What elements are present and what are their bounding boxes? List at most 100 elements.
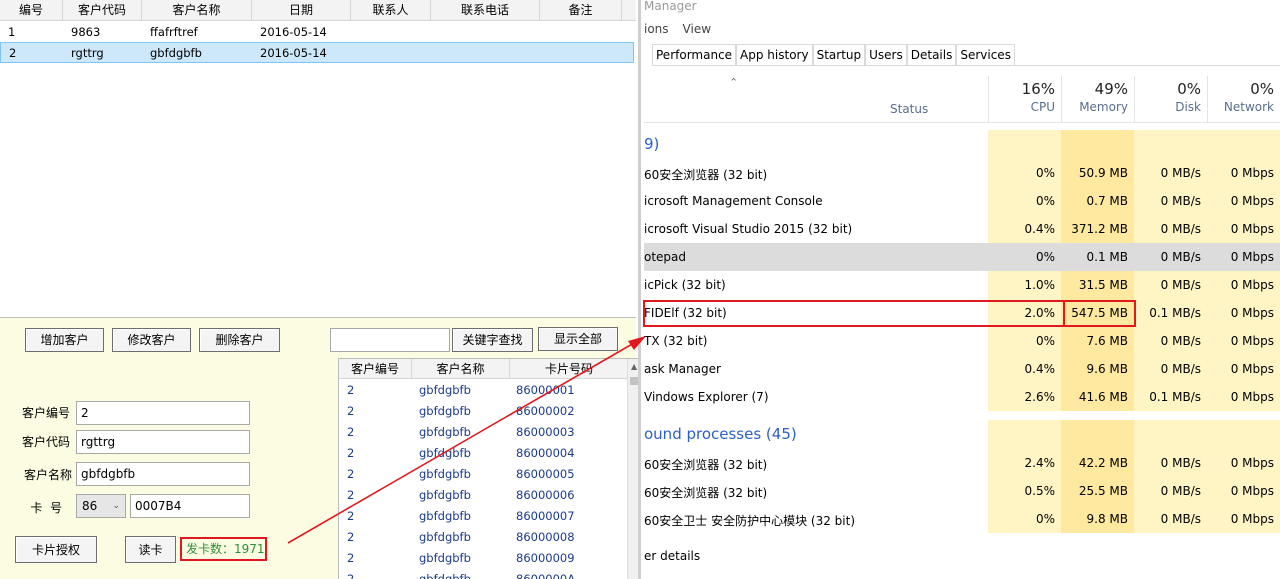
list-item[interactable]: 2 gbfdgbfb 86000008: [339, 527, 629, 548]
tab-details[interactable]: Details: [906, 44, 957, 65]
edit-customer-button[interactable]: 修改客户: [112, 328, 191, 352]
search-input[interactable]: [330, 328, 450, 352]
list-item[interactable]: 2 gbfdgbfb 86000004: [339, 443, 629, 464]
show-all-button[interactable]: 显示全部: [538, 327, 618, 351]
cell-customer-name: gbfdgbfb: [419, 530, 471, 544]
cell-customer-name: gbfdgbfb: [419, 467, 471, 481]
network-total: 0%: [1250, 80, 1274, 98]
table-row[interactable]: icPick (32 bit) 1.0% 31.5 MB 0 MB/s 0 Mbps: [644, 271, 1280, 299]
cell-cpu: 0%: [1035, 166, 1055, 180]
cell-customer-name: gbfdgbfb: [419, 383, 471, 397]
cell-date: 2016-05-14: [260, 46, 327, 60]
tab-app-history[interactable]: App history: [736, 44, 813, 65]
group-header-background[interactable]: ound processes (45): [644, 425, 797, 443]
table-row[interactable]: FIDElf (32 bit) 2.0% 547.5 MB 0.1 MB/s 0 Mbp…: [644, 299, 1280, 327]
cell-memory: 41.6 MB: [1078, 390, 1128, 404]
process-name: FIDElf (32 bit): [644, 306, 727, 320]
list-item[interactable]: 2 gbfdgbfb 86000005: [339, 464, 629, 485]
card-prefix-select[interactable]: 86 ⌄: [76, 494, 126, 518]
cell-disk: 0 MB/s: [1160, 278, 1201, 292]
customer-code-field[interactable]: rgttrg: [76, 430, 250, 454]
col-header-customer-no[interactable]: 客户编号: [339, 359, 412, 379]
cell-network: 0 Mbps: [1230, 390, 1274, 404]
table-row[interactable]: Vindows Explorer (7) 2.6% 41.6 MB 0.1 MB/s 0…: [644, 383, 1280, 411]
col-header-customer-name[interactable]: 客户名称: [412, 359, 510, 379]
cell-memory: 25.5 MB: [1078, 484, 1128, 498]
keyword-search-button[interactable]: 关键字查找: [452, 328, 533, 352]
menu-item-view[interactable]: View: [683, 22, 711, 36]
cell-network: 0 Mbps: [1230, 334, 1274, 348]
cell-disk: 0 MB/s: [1160, 222, 1201, 236]
delete-customer-button[interactable]: 删除客户: [199, 328, 280, 352]
list-item[interactable]: 2 gbfdgbfb 86000009: [339, 548, 629, 569]
customer-code-label: 客户代码: [21, 435, 70, 449]
col-header-memory[interactable]: 49% Memory: [1061, 76, 1134, 122]
cell-network: 0 Mbps: [1230, 250, 1274, 264]
read-card-button[interactable]: 读卡: [125, 536, 176, 563]
col-header-name[interactable]: 客户名称: [142, 0, 252, 21]
col-header-no[interactable]: 编号: [0, 0, 63, 21]
table-row-selected[interactable]: 2 rgttrg gbfdgbfb 2016-05-14: [0, 42, 634, 63]
cell-disk: 0 MB/s: [1160, 362, 1201, 376]
cell-no: 2: [9, 46, 17, 60]
customer-name-field[interactable]: gbfdgbfb: [76, 462, 250, 486]
col-header-card-number[interactable]: 卡片号码: [510, 359, 629, 379]
cell-memory: 7.6 MB: [1086, 334, 1128, 348]
col-header-network[interactable]: 0% Network: [1207, 76, 1280, 122]
col-header-status[interactable]: Status: [890, 102, 928, 116]
table-row[interactable]: otepad 0% 0.1 MB 0 MB/s 0 Mbps: [644, 243, 1280, 271]
col-header-code[interactable]: 客户代码: [63, 0, 142, 21]
col-header-disk[interactable]: 0% Disk: [1134, 76, 1207, 122]
menu-bar: ions View: [644, 22, 711, 36]
list-item[interactable]: 2 gbfdgbfb 86000003: [339, 422, 629, 443]
list-item[interactable]: 2 gbfdgbfb 86000002: [339, 401, 629, 422]
list-item[interactable]: 2 gbfdgbfb 86000007: [339, 506, 629, 527]
cell-network: 0 Mbps: [1230, 222, 1274, 236]
col-header-cpu[interactable]: 16% CPU: [988, 76, 1061, 122]
table-row[interactable]: 60安全浏览器 (32 bit) 2.4% 42.2 MB 0 MB/s 0 Mbps: [644, 449, 1280, 477]
process-name: 60安全浏览器 (32 bit): [644, 458, 768, 472]
col-header-note[interactable]: 备注: [540, 0, 622, 21]
card-table: 客户编号 客户名称 卡片号码 2 gbfdgbfb 86000001 2 gbfdgbf…: [338, 358, 638, 579]
cell-cpu: 0.5%: [1024, 484, 1056, 498]
list-item[interactable]: 2 gbfdgbfb 8600000A: [339, 569, 629, 579]
fewer-details-link[interactable]: er details: [644, 549, 700, 563]
cell-cpu: 0%: [1035, 194, 1055, 208]
card-number-field[interactable]: 0007B4: [130, 494, 250, 518]
sort-up-icon[interactable]: ⌃: [729, 76, 738, 89]
customer-table: 编号 客户代码 客户名称 日期 联系人 联系电话 备注 1 9863 ffafr…: [0, 0, 636, 318]
customer-no-field[interactable]: 2: [76, 401, 250, 425]
group-header-apps[interactable]: 9): [644, 135, 659, 153]
table-row[interactable]: TX (32 bit) 0% 7.6 MB 0 MB/s 0 Mbps: [644, 327, 1280, 355]
cell-card-number: 86000005: [516, 467, 575, 481]
list-item[interactable]: 2 gbfdgbfb 86000006: [339, 485, 629, 506]
table-row[interactable]: 1 9863 ffafrftref 2016-05-14: [0, 22, 634, 43]
table-row[interactable]: ask Manager 0.4% 9.6 MB 0 MB/s 0 Mbps: [644, 355, 1280, 383]
card-table-scrollbar[interactable]: ▲: [627, 359, 638, 579]
table-row[interactable]: 60安全卫士 安全防护中心模块 (32 bit) 0% 9.8 MB 0 MB/s 0 …: [644, 505, 1280, 533]
scroll-up-icon[interactable]: ▲: [631, 362, 637, 371]
list-item[interactable]: 2 gbfdgbfb 86000001: [339, 380, 629, 401]
table-row[interactable]: icrosoft Visual Studio 2015 (32 bit) 0.4%…: [644, 215, 1280, 243]
cell-customer-no: 2: [347, 488, 355, 502]
cell-disk: 0 MB/s: [1160, 456, 1201, 470]
menu-item-options[interactable]: ions: [644, 22, 669, 36]
col-header-date[interactable]: 日期: [252, 0, 351, 21]
card-authorize-button[interactable]: 卡片授权: [15, 536, 97, 563]
scrollbar-thumb[interactable]: [630, 377, 638, 385]
cell-network: 0 Mbps: [1230, 484, 1274, 498]
cell-card-number: 86000004: [516, 446, 575, 460]
add-customer-button[interactable]: 增加客户: [25, 328, 104, 352]
tab-users[interactable]: Users: [865, 44, 907, 65]
cell-card-number: 86000007: [516, 509, 575, 523]
tab-startup[interactable]: Startup: [812, 44, 866, 65]
tab-services[interactable]: Services: [956, 44, 1015, 65]
tab-performance[interactable]: Performance: [652, 44, 737, 65]
cell-customer-no: 2: [347, 425, 355, 439]
table-row[interactable]: 60安全浏览器 (32 bit) 0% 50.9 MB 0 MB/s 0 Mbps: [644, 159, 1280, 187]
table-row[interactable]: icrosoft Management Console 0% 0.7 MB 0 MB/…: [644, 187, 1280, 215]
cell-card-number: 86000003: [516, 425, 575, 439]
col-header-phone[interactable]: 联系电话: [431, 0, 540, 21]
table-row[interactable]: 60安全浏览器 (32 bit) 0.5% 25.5 MB 0 MB/s 0 Mbps: [644, 477, 1280, 505]
col-header-contact[interactable]: 联系人: [351, 0, 431, 21]
